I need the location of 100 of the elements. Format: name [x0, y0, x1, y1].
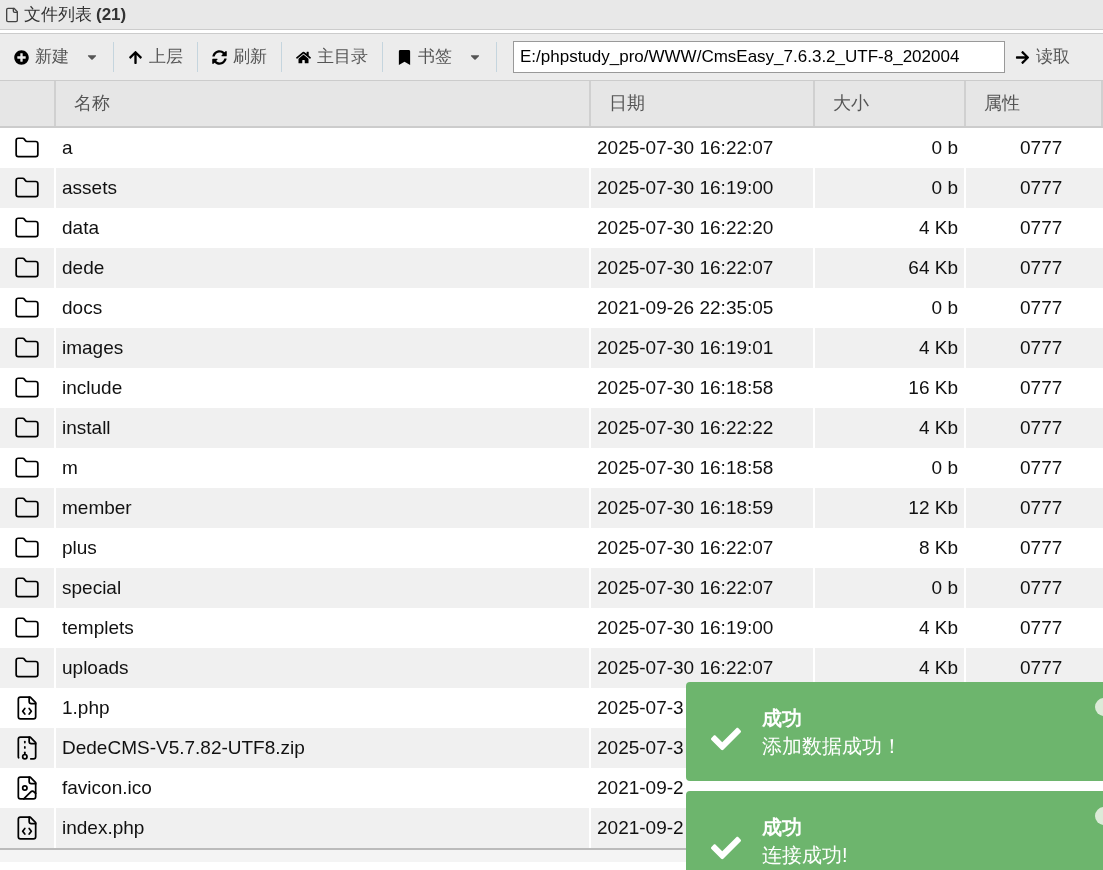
file-date: 2025-07-30 16:22:22 — [597, 415, 774, 440]
toolbar-button[interactable]: 刷新 — [198, 37, 281, 77]
file-name: docs — [62, 295, 103, 320]
file-name: templets — [62, 615, 134, 640]
file-date: 2025-07-30 16:22:07 — [597, 255, 774, 280]
file-name: dede — [62, 255, 105, 280]
file-size: 0 b — [931, 135, 958, 160]
folder-icon — [14, 535, 40, 561]
file-name: data — [62, 215, 99, 240]
file-attr: 0777 — [1020, 535, 1063, 560]
file-icon — [4, 6, 20, 23]
toolbar-button[interactable]: 书签 — [383, 37, 496, 77]
toolbar-button[interactable]: 新建 — [0, 37, 113, 77]
file-name: install — [62, 415, 111, 440]
folder-icon — [14, 575, 40, 601]
file-size: 0 b — [931, 575, 958, 600]
arrow-right-icon — [1015, 49, 1030, 65]
item-count: (21) — [96, 3, 127, 26]
file-attr: 0777 — [1020, 455, 1063, 480]
file-attr: 0777 — [1020, 335, 1063, 360]
column-header[interactable]: 名称 — [56, 81, 591, 126]
folder-icon — [14, 495, 40, 521]
folder-icon — [14, 455, 40, 481]
file-date: 2025-07-3 — [597, 695, 684, 720]
folder-icon — [14, 655, 40, 681]
file-date: 2025-07-30 16:19:00 — [597, 615, 774, 640]
file-attr: 0777 — [1020, 215, 1063, 240]
file-size: 8 Kb — [918, 535, 958, 560]
file-row[interactable]: install 2025-07-30 16:22:22 4 Kb 0777 — [0, 408, 1103, 448]
file-row[interactable]: dede 2025-07-30 16:22:07 64 Kb 0777 — [0, 248, 1103, 288]
file-date: 2025-07-30 16:19:00 — [597, 175, 774, 200]
folder-icon — [14, 135, 40, 161]
folder-icon — [14, 295, 40, 321]
folder-icon — [14, 615, 40, 641]
file-date: 2025-07-30 16:22:07 — [597, 655, 774, 680]
file-name: member — [62, 495, 132, 520]
file-name: index.php — [62, 815, 145, 840]
bookmark-icon — [397, 49, 412, 65]
file-size: 16 Kb — [908, 375, 958, 400]
file-date: 2025-07-30 16:22:07 — [597, 535, 774, 560]
file-name: assets — [62, 175, 117, 200]
file-name: include — [62, 375, 123, 400]
file-name: uploads — [62, 655, 129, 680]
file-attr: 0777 — [1020, 295, 1063, 320]
path-field[interactable]: E:/phpstudy_pro/WWW/CmsEasy_7.6.3.2_UTF-8_202004 — [513, 41, 1005, 73]
read-button[interactable]: 读取 — [1015, 44, 1070, 70]
file-date: 2025-07-30 16:18:59 — [597, 495, 774, 520]
file-name: favicon.ico — [62, 775, 152, 800]
file-row[interactable]: member 2025-07-30 16:18:59 12 Kb 0777 — [0, 488, 1103, 528]
file-date: 2025-07-30 16:22:07 — [597, 575, 774, 600]
file-attr: 0777 — [1020, 655, 1063, 680]
file-size: 0 b — [931, 175, 958, 200]
file-date: 2025-07-30 16:18:58 — [597, 455, 774, 480]
file-name: 1.php — [62, 695, 110, 720]
column-header[interactable]: 大小 — [815, 81, 966, 126]
file-attr: 0777 — [1020, 495, 1063, 520]
folder-icon — [14, 255, 40, 281]
column-header[interactable]: 属性 — [966, 81, 1103, 126]
file-name: m — [62, 455, 78, 480]
file-attr: 0777 — [1020, 415, 1063, 440]
toast-message: 添加数据成功！ — [762, 733, 902, 759]
toast-title: 成功 — [762, 814, 803, 840]
file-row[interactable]: special 2025-07-30 16:22:07 0 b 0777 — [0, 568, 1103, 608]
file-attr: 0777 — [1020, 575, 1063, 600]
file-size: 4 Kb — [918, 655, 958, 680]
file-size: 4 Kb — [918, 215, 958, 240]
folder-icon — [14, 175, 40, 201]
file-date: 2025-07-3 — [597, 735, 684, 760]
folder-icon — [14, 415, 40, 441]
file-date: 2021-09-26 22:35:05 — [597, 295, 774, 320]
file-attr: 0777 — [1020, 135, 1063, 160]
toolbar-button[interactable]: 主目录 — [282, 37, 382, 77]
home-icon — [296, 49, 311, 65]
file-date: 2025-07-30 16:19:01 — [597, 335, 774, 360]
file-row[interactable]: assets 2025-07-30 16:19:00 0 b 0777 — [0, 168, 1103, 208]
file-row[interactable]: uploads 2025-07-30 16:22:07 4 Kb 0777 — [0, 648, 1103, 688]
file-row[interactable]: images 2025-07-30 16:19:01 4 Kb 0777 — [0, 328, 1103, 368]
file-attr: 0777 — [1020, 255, 1063, 280]
file-size: 4 Kb — [918, 335, 958, 360]
file-attr: 0777 — [1020, 615, 1063, 640]
toolbar-button[interactable]: 上层 — [114, 37, 197, 77]
image-file-icon — [14, 775, 40, 801]
folder-icon — [14, 375, 40, 401]
column-header[interactable]: 日期 — [591, 81, 815, 126]
code-file-icon — [14, 695, 40, 721]
file-name: plus — [62, 535, 97, 560]
arrow-up-icon — [128, 49, 143, 65]
code-file-icon — [14, 815, 40, 841]
file-attr: 0777 — [1020, 375, 1063, 400]
folder-icon — [14, 335, 40, 361]
file-size: 4 Kb — [918, 615, 958, 640]
file-size: 0 b — [931, 295, 958, 320]
file-size: 4 Kb — [918, 415, 958, 440]
file-date: 2025-07-30 16:22:20 — [597, 215, 774, 240]
folder-icon — [14, 215, 40, 241]
file-name: images — [62, 335, 124, 360]
file-date: 2021-09-2 — [597, 815, 684, 840]
refresh-icon — [212, 49, 227, 65]
file-size: 64 Kb — [908, 255, 958, 280]
file-attr: 0777 — [1020, 175, 1063, 200]
